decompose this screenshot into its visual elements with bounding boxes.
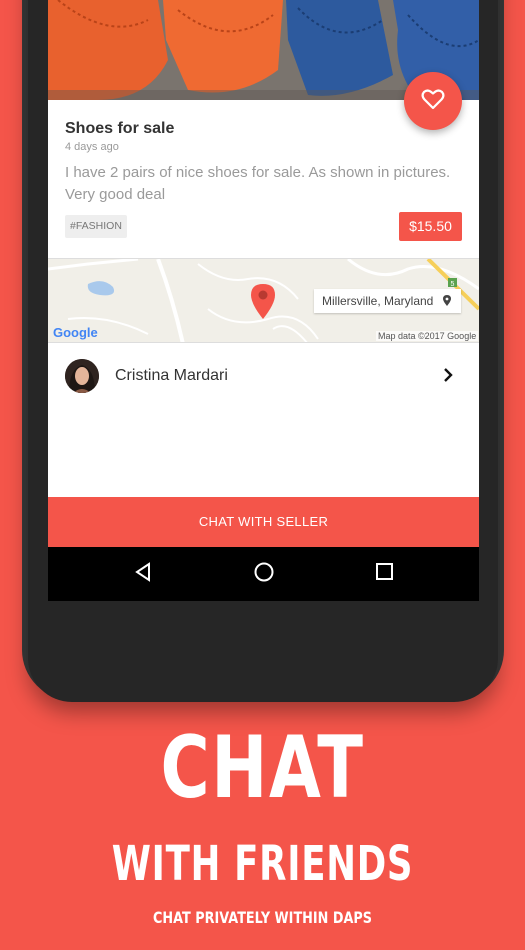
map-location-label: Millersville, Maryland xyxy=(314,289,461,313)
promo-headline: CHAT xyxy=(160,718,365,818)
location-pin-icon xyxy=(442,290,451,314)
seller-row[interactable]: Cristina Mardari xyxy=(48,355,479,399)
category-tag[interactable]: #FASHION xyxy=(65,215,127,238)
chat-with-seller-button[interactable]: CHAT WITH SELLER xyxy=(48,497,479,547)
promo-tagline: CHAT PRIVATELY WITHIN DAPS xyxy=(153,908,372,927)
location-map[interactable]: 5 Millersville, Maryland Google Map data… xyxy=(48,258,479,343)
map-location-text: Millersville, Maryland xyxy=(322,294,434,308)
google-logo: Google xyxy=(53,325,98,340)
avatar xyxy=(65,359,99,393)
phone-screen: Shoes for sale 4 days ago I have 2 pairs… xyxy=(48,0,479,601)
map-attribution: Map data ©2017 Google xyxy=(376,331,479,341)
home-icon[interactable] xyxy=(253,561,275,588)
map-pin-icon xyxy=(248,282,278,325)
recents-icon[interactable] xyxy=(375,561,395,588)
android-nav-bar xyxy=(48,547,479,601)
listing-date: 4 days ago xyxy=(65,141,119,153)
promo-subheadline: WITH FRIENDS xyxy=(111,836,414,892)
price-badge: $15.50 xyxy=(399,212,462,241)
back-icon[interactable] xyxy=(133,561,153,588)
chevron-right-icon xyxy=(442,367,454,388)
heart-icon xyxy=(421,88,445,115)
seller-name: Cristina Mardari xyxy=(115,367,228,384)
listing-title: Shoes for sale xyxy=(65,120,175,137)
listing-description: I have 2 pairs of nice shoes for sale. A… xyxy=(65,164,451,203)
favorite-button[interactable] xyxy=(404,72,462,130)
route-badge: 5 xyxy=(451,281,455,288)
